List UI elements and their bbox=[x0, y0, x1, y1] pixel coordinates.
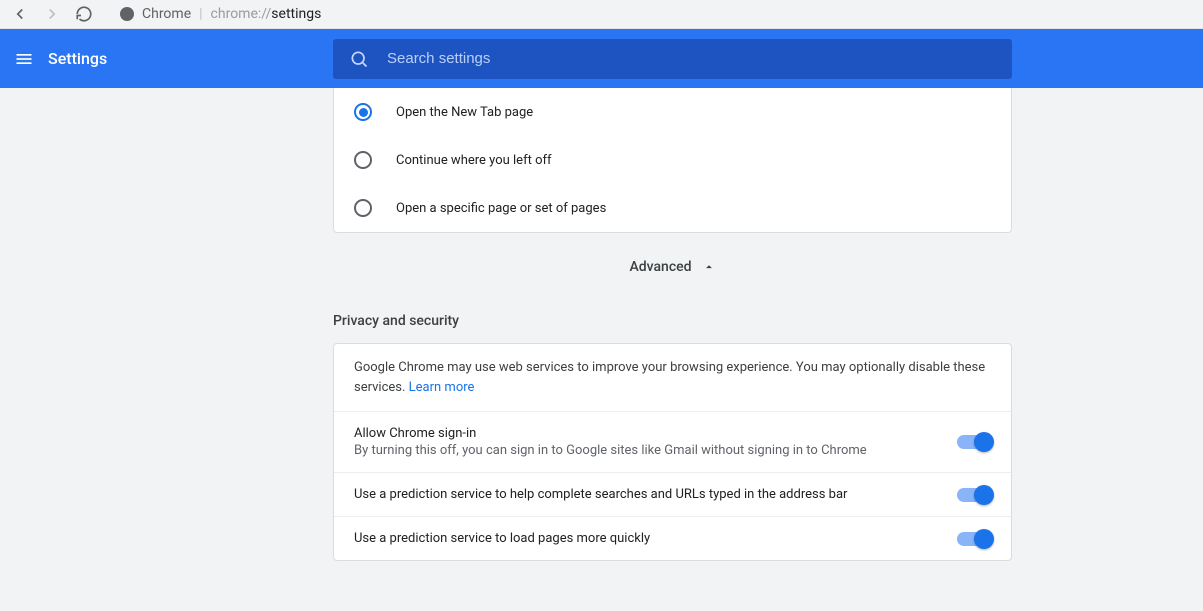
radio-icon bbox=[354, 199, 372, 217]
reload-button[interactable] bbox=[70, 0, 98, 28]
toggle-switch[interactable] bbox=[957, 488, 991, 502]
back-button[interactable] bbox=[6, 0, 34, 28]
page-title: Settings bbox=[48, 49, 107, 68]
chevron-up-icon bbox=[702, 260, 716, 274]
app-header: Settings bbox=[0, 29, 1203, 88]
radio-icon bbox=[354, 103, 372, 121]
advanced-label: Advanced bbox=[629, 259, 691, 275]
forward-button[interactable] bbox=[38, 0, 66, 28]
browser-toolbar: Chrome | chrome://settings bbox=[0, 0, 1203, 29]
search-input[interactable] bbox=[387, 50, 996, 67]
setting-title: Use a prediction service to load pages m… bbox=[354, 531, 941, 546]
advanced-toggle[interactable]: Advanced bbox=[333, 233, 1012, 285]
privacy-card: Google Chrome may use web services to im… bbox=[333, 343, 1012, 561]
privacy-intro: Google Chrome may use web services to im… bbox=[334, 344, 1011, 412]
toggle-switch[interactable] bbox=[957, 532, 991, 546]
startup-option-specific-page[interactable]: Open a specific page or set of pages bbox=[334, 184, 1011, 232]
privacy-section-title: Privacy and security bbox=[333, 285, 1012, 343]
radio-icon bbox=[354, 151, 372, 169]
search-icon bbox=[349, 49, 369, 69]
setting-title: Allow Chrome sign-in bbox=[354, 426, 941, 441]
setting-prediction-search[interactable]: Use a prediction service to help complet… bbox=[334, 473, 1011, 517]
search-container[interactable] bbox=[333, 39, 1012, 79]
menu-button[interactable] bbox=[0, 49, 48, 69]
settings-content: Open the New Tab page Continue where you… bbox=[0, 88, 1203, 611]
on-startup-card: Open the New Tab page Continue where you… bbox=[333, 88, 1012, 233]
chrome-icon bbox=[120, 7, 134, 21]
address-bar[interactable]: Chrome | chrome://settings bbox=[110, 2, 1197, 26]
startup-option-continue[interactable]: Continue where you left off bbox=[334, 136, 1011, 184]
setting-allow-signin[interactable]: Allow Chrome sign-in By turning this off… bbox=[334, 412, 1011, 473]
setting-subtitle: By turning this off, you can sign in to … bbox=[354, 443, 941, 458]
learn-more-link[interactable]: Learn more bbox=[409, 380, 475, 395]
address-scheme: chrome:// bbox=[211, 6, 272, 22]
address-path: settings bbox=[271, 6, 321, 22]
address-separator: | bbox=[199, 6, 202, 22]
startup-option-label: Open a specific page or set of pages bbox=[396, 201, 606, 216]
setting-title: Use a prediction service to help complet… bbox=[354, 487, 941, 502]
toggle-switch[interactable] bbox=[957, 435, 991, 449]
setting-prediction-load[interactable]: Use a prediction service to load pages m… bbox=[334, 517, 1011, 560]
startup-option-label: Continue where you left off bbox=[396, 153, 552, 168]
startup-option-new-tab[interactable]: Open the New Tab page bbox=[334, 88, 1011, 136]
startup-option-label: Open the New Tab page bbox=[396, 105, 533, 120]
address-product-label: Chrome bbox=[142, 6, 191, 22]
